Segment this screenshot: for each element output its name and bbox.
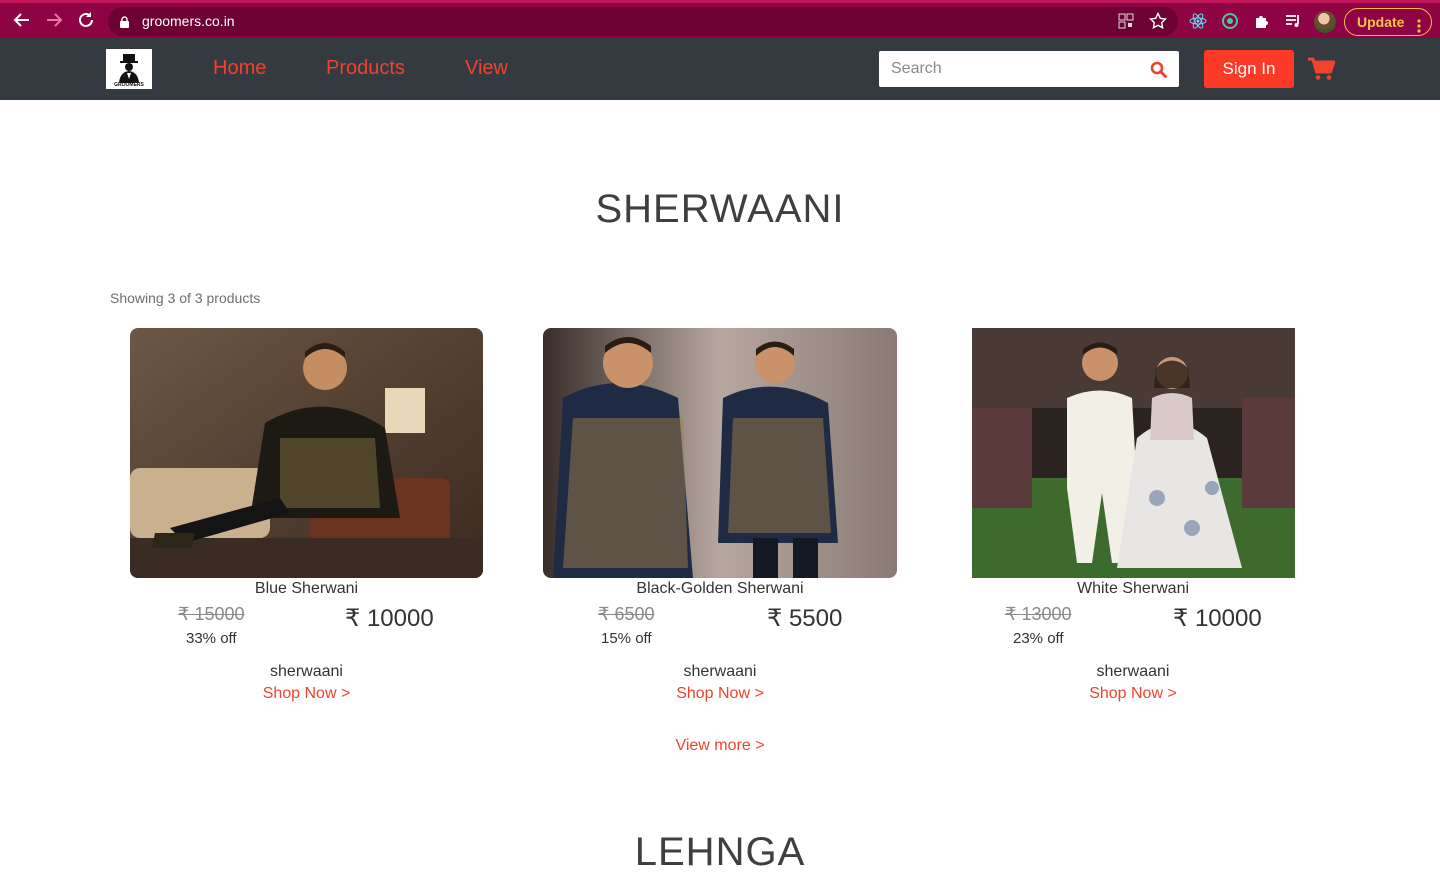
section-title: SHERWAANI	[595, 187, 845, 231]
shopping-cart-icon[interactable]	[1308, 57, 1336, 81]
back-arrow-icon[interactable]	[12, 11, 32, 31]
puzzle-extensions-icon[interactable]	[1253, 12, 1271, 30]
sale-price: ₹ 10000	[1173, 605, 1262, 632]
qr-code-icon[interactable]	[1117, 12, 1135, 30]
star-bookmark-icon[interactable]	[1148, 11, 1168, 30]
product-name[interactable]: Black-Golden Sherwani	[543, 580, 897, 598]
target-extension-icon[interactable]	[1221, 12, 1239, 30]
shop-now-link[interactable]: Shop Now >	[130, 685, 483, 703]
original-price: ₹ 13000	[1005, 604, 1072, 624]
update-label: Update	[1357, 14, 1405, 30]
product-name[interactable]: Blue Sherwani	[130, 580, 483, 598]
nav-view-link[interactable]: View	[465, 57, 508, 80]
search-box	[879, 51, 1179, 87]
nav-products-link[interactable]: Products	[326, 57, 405, 80]
update-button[interactable]: Update	[1344, 8, 1432, 36]
view-more-link[interactable]: View more >	[0, 737, 1440, 755]
product-name[interactable]: White Sherwani	[971, 580, 1295, 598]
sign-in-button[interactable]: Sign In	[1204, 50, 1294, 88]
react-devtools-icon[interactable]	[1189, 12, 1207, 30]
reload-icon[interactable]	[76, 11, 96, 31]
discount-label: 15% off	[601, 630, 652, 647]
discount-label: 33% off	[186, 630, 237, 647]
nav-home-link[interactable]: Home	[213, 57, 266, 80]
shop-now-link[interactable]: Shop Now >	[971, 685, 1295, 703]
site-navbar: GROOMERS Home Products View Sign In	[0, 38, 1440, 100]
shop-now-link[interactable]: Shop Now >	[543, 685, 897, 703]
sale-price: ₹ 5500	[767, 605, 843, 632]
discount-label: 23% off	[1013, 630, 1064, 647]
results-count: Showing 3 of 3 products	[110, 290, 261, 306]
product-category: sherwaani	[683, 663, 757, 680]
forward-arrow-icon[interactable]	[44, 11, 64, 31]
product-category: sherwaani	[1096, 663, 1170, 680]
browser-toolbar: groomers.co.in Update	[0, 0, 1440, 38]
original-price: ₹ 15000	[178, 604, 245, 624]
more-vertical-icon	[1417, 15, 1421, 33]
lock-icon	[120, 15, 129, 28]
groomers-logo[interactable]: GROOMERS	[106, 49, 152, 89]
product-image[interactable]	[130, 328, 483, 578]
logo-text: GROOMERS	[114, 82, 144, 88]
search-icon[interactable]	[1150, 61, 1167, 78]
product-category: sherwaani	[270, 663, 343, 680]
original-price: ₹ 6500	[598, 604, 655, 624]
product-image[interactable]	[543, 328, 897, 578]
search-input[interactable]	[879, 51, 1139, 87]
next-section-title: LEHNGA	[634, 830, 806, 874]
sale-price: ₹ 10000	[345, 605, 434, 632]
profile-avatar[interactable]	[1314, 11, 1336, 33]
media-playlist-icon[interactable]	[1284, 12, 1302, 30]
address-bar[interactable]	[108, 7, 1178, 36]
product-image[interactable]	[972, 328, 1295, 578]
url-text[interactable]: groomers.co.in	[142, 13, 235, 29]
